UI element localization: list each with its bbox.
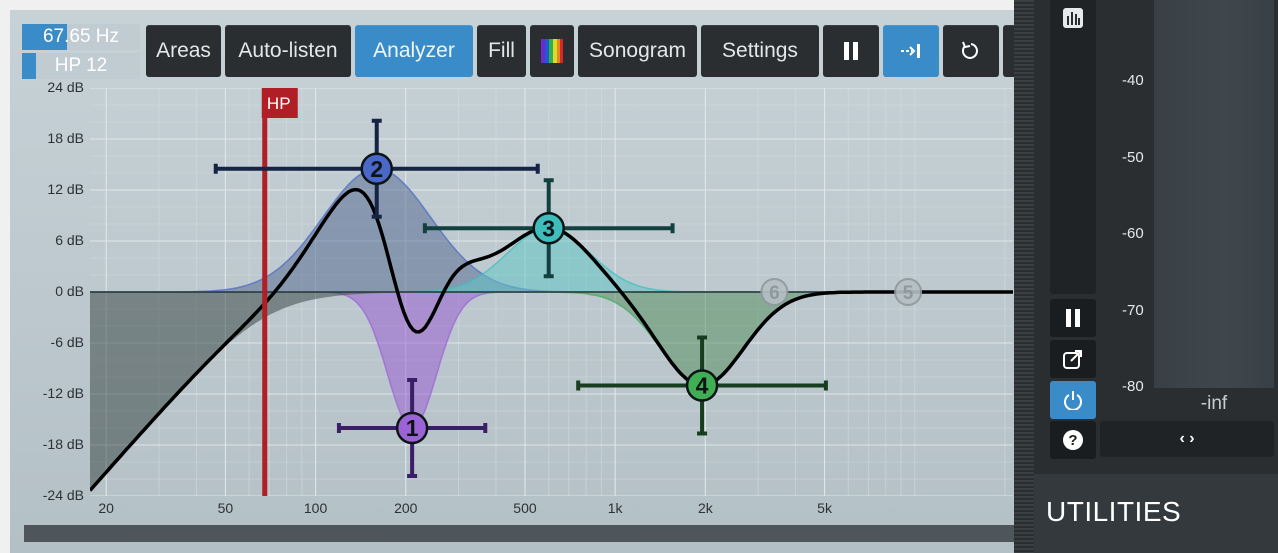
frequency-readout-value: 67.65 Hz [42,26,120,47]
x-tick-label: 1k [607,500,623,516]
meter-tick-label: -40 [1122,72,1144,89]
meter-tick-label: -70 [1122,301,1144,319]
undo-icon [962,41,978,59]
pause-icon [1066,309,1080,327]
y-tick-label: -12 dB [42,385,84,401]
follow-icon [901,44,920,58]
help-button[interactable]: ? [1050,421,1096,459]
y-tick-label: 6 dB [55,232,84,248]
highpass-line [262,88,268,496]
highpass-area [90,292,1013,491]
popout-button[interactable] [1050,340,1096,378]
horizontal-scrollbar[interactable] [24,525,1014,542]
meter-pause-button[interactable] [1050,299,1096,337]
y-tick-label: -18 dB [42,436,84,452]
eq-plugin-window: 67.65 Hz HP 12 Areas Auto-listen Analyze… [0,0,1278,553]
pause-button[interactable] [823,25,879,77]
utilities-title: UTILITIES [1046,496,1182,527]
meter-icon [1063,8,1083,28]
level-meter [1154,0,1274,388]
right-panel: ? -40 -50 -60 -70 -80 -inf ‹ › UTILITIES [1034,0,1278,553]
y-tick-label: -24 dB [42,487,84,503]
spectrum-color-button[interactable] [530,25,574,77]
highpass-label: HP [267,94,291,113]
meter-readout: -inf [1200,393,1228,414]
x-tick-label: 20 [98,500,114,516]
spectrum-icon [541,39,563,63]
meter-tick-label: -50 [1122,148,1144,166]
power-icon [1064,391,1082,410]
y-tick-label: 12 dB [47,181,84,197]
y-tick-label: 24 dB [47,79,84,95]
stereo-toggle-button[interactable]: ‹ › [1100,421,1274,457]
band-level-fill [22,53,37,79]
follow-button[interactable] [883,25,939,77]
help-icon: ? [1063,430,1083,450]
y-tick-label: 18 dB [47,130,84,146]
auto-listen-button[interactable]: Auto-listen [225,25,351,77]
areas-button[interactable]: Areas [146,25,221,77]
frequency-readout[interactable]: 67.65 Hz [22,24,140,50]
power-button[interactable] [1050,381,1096,419]
undo-button[interactable] [943,25,999,77]
meter-slider[interactable] [1050,0,1096,294]
pause-icon [844,42,858,60]
meter-tick-label: -80 [1122,378,1144,395]
meter-tick-label: -60 [1122,225,1144,242]
x-tick-label: 200 [394,500,418,516]
band-readout[interactable]: HP 12 [22,53,140,79]
eq-graph[interactable]: HP 1 2 3 4 5 6 [90,88,1013,496]
x-tick-label: 500 [513,500,537,516]
y-tick-label: -6 dB [50,334,84,350]
band-readout-value: HP 12 [54,55,108,76]
x-tick-label: 50 [217,500,234,516]
sonogram-button[interactable]: Sonogram [578,25,697,77]
band-3-number: 3 [542,215,555,241]
band-2-number: 2 [370,156,383,182]
band-1-number: 1 [406,415,419,441]
analyzer-button[interactable]: Analyzer [355,25,473,77]
x-tick-label: 2k [697,500,713,516]
band-4-number: 4 [696,373,709,399]
band-5-number: 5 [903,283,914,304]
fill-button[interactable]: Fill [477,25,526,77]
popout-icon [1063,350,1082,369]
svg-text:?: ? [1068,432,1077,449]
eq-graph-canvas: HP 1 2 3 4 5 6 [90,88,1013,496]
settings-button[interactable]: Settings [701,25,819,77]
more-button[interactable] [1003,25,1014,77]
band-6-number: 6 [769,283,780,304]
x-tick-label: 100 [303,500,328,516]
x-tick-label: 5k [817,500,832,516]
panel-divider[interactable] [1014,0,1034,553]
y-tick-label: 0 dB [55,283,84,299]
